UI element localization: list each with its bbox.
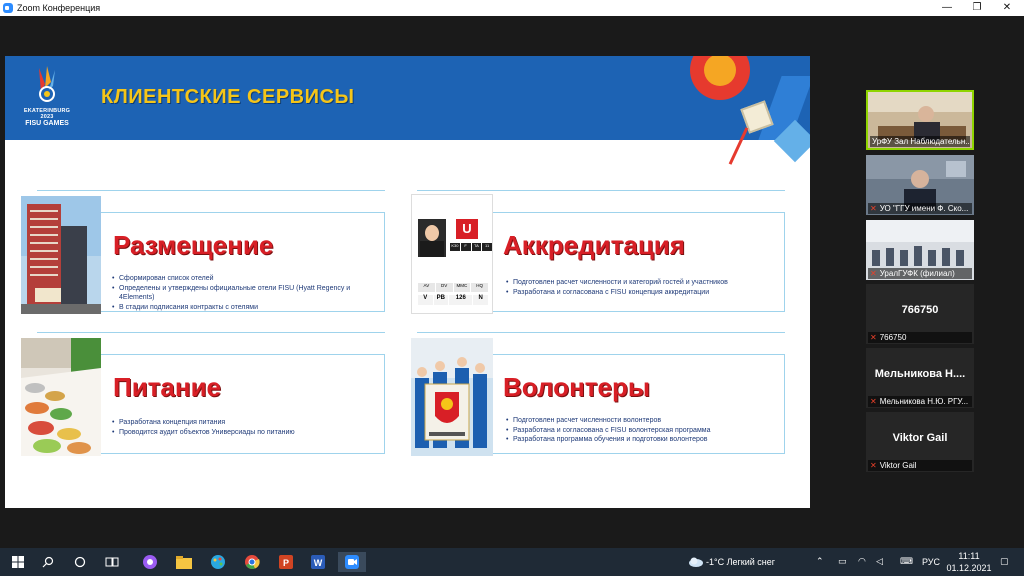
search-icon[interactable] <box>36 552 60 572</box>
fisu-flame-icon <box>39 66 55 102</box>
bullet-list-volunteers: Подготовлен расчет численности волонтеро… <box>505 416 781 445</box>
bullet-item: Проводится аудит объектов Универсиады по… <box>111 428 381 438</box>
card-accent-line <box>417 332 785 333</box>
participant-tile-2[interactable]: ✕ УО "ГГУ имени Ф. Ско... <box>866 155 974 215</box>
maximize-button[interactable]: ❐ <box>962 0 992 16</box>
bullet-item: Разработана и согласована с FISU волонте… <box>505 426 781 436</box>
participant-name: ✕ Viktor Gail <box>868 460 972 471</box>
windows-start-icon[interactable] <box>6 552 30 572</box>
svg-text:P: P <box>283 558 289 568</box>
universiade-logo: EKATERINBURG 2023 FISU GAMES <box>17 62 77 134</box>
bullet-list-accreditation: Подготовлен расчет численности и категор… <box>505 278 781 297</box>
logo-text-city: EKATERINBURG 2023 <box>23 108 71 120</box>
tray-overflow-icon[interactable]: ⌃ <box>816 556 824 567</box>
powerpoint-icon[interactable]: P <box>274 552 298 572</box>
card-heading-volunteers: Волонтеры <box>503 372 651 402</box>
participant-tile-5[interactable]: Мельникова Н.... ✕ Мельникова Н.Ю. РГУ... <box>866 348 974 408</box>
decor-line <box>728 127 749 165</box>
participant-name: ✕ Мельникова Н.Ю. РГУ... <box>868 396 972 407</box>
mic-muted-icon: ✕ <box>870 204 877 213</box>
card-accent-line <box>417 190 785 191</box>
keyboard-icon[interactable]: ⌨ <box>900 556 913 567</box>
bullet-item: Подготовлен расчет численности волонтеро… <box>505 416 781 426</box>
bullet-item: Определены и утверждены официальные отел… <box>111 284 381 303</box>
card-heading-accommodation: Размещение <box>113 230 274 260</box>
bullet-item: В стадии подписания контракты с отелями <box>111 303 381 313</box>
zoom-app-icon <box>3 3 13 13</box>
slide-header: EKATERINBURG 2023 FISU GAMES КЛИЕНТСКИЕ … <box>5 56 810 165</box>
bullet-item: Разработана программа обучения и подгото… <box>505 435 781 445</box>
participant-display-name: Мельникова Н.... <box>874 368 966 380</box>
input-language[interactable]: РУС <box>922 557 940 567</box>
chrome-icon[interactable] <box>240 552 264 572</box>
badge-header <box>416 199 490 209</box>
messenger-app-icon[interactable] <box>138 552 162 572</box>
bullet-list-accommodation: Сформирован список отелей Определены и у… <box>111 274 381 312</box>
mic-muted-icon: ✕ <box>870 397 877 406</box>
taskbar: P W -1°C Легкий снег ⌃ ▭ ◠ ◁ ⌨ РУС 11:11… <box>0 548 1024 576</box>
mic-muted-icon: ✕ <box>870 461 877 470</box>
title-bar: Zoom Конференция — ❐ ✕ <box>0 0 1024 16</box>
participant-tile-6[interactable]: Viktor Gail ✕ Viktor Gail <box>866 412 974 472</box>
meeting-stage: EKATERINBURG 2023 FISU GAMES КЛИЕНТСКИЕ … <box>0 16 1024 548</box>
logo-text-games: FISU GAMES <box>25 120 69 127</box>
mic-muted-icon: ✕ <box>870 333 877 342</box>
speaker-icon[interactable]: ◁ <box>876 556 883 567</box>
badge-letter: U <box>456 219 478 239</box>
badge-row-2: AV DV MMC HQ <box>418 283 488 292</box>
participant-name: ✕ УО "ГГУ имени Ф. Ско... <box>868 203 972 214</box>
zoom-window: Zoom Конференция — ❐ ✕ EKATERINBURG 2023… <box>0 0 1024 576</box>
svg-text:W: W <box>314 558 323 568</box>
card-accent-line <box>37 190 385 191</box>
cortana-icon[interactable] <box>68 552 92 572</box>
notification-icon[interactable]: ▢ <box>1000 556 1009 567</box>
bullet-list-catering: Разработана концепция питания Проводится… <box>111 418 381 437</box>
slide-title: КЛИЕНТСКИЕ СЕРВИСЫ <box>101 86 355 108</box>
participant-tile-4[interactable]: 766750 ✕ 766750 <box>866 284 974 344</box>
badge-row-1: K30 F TA 11 <box>450 243 492 251</box>
card-heading-accreditation: Аккредитация <box>503 230 685 260</box>
file-explorer-icon[interactable] <box>172 552 196 572</box>
participant-name: УрФУ Зал Наблюдательн... <box>870 136 970 147</box>
decor-circle <box>690 56 750 100</box>
window-title: Zoom Конференция <box>17 3 101 13</box>
bullet-item: Сформирован список отелей <box>111 274 381 284</box>
network-icon[interactable]: ▭ <box>838 556 847 567</box>
bullet-item: Разработана концепция питания <box>111 418 381 428</box>
shared-slide: EKATERINBURG 2023 FISU GAMES КЛИЕНТСКИЕ … <box>5 56 810 508</box>
hotel-photo <box>21 196 101 314</box>
participant-name: ✕ УралГУФК (филиал) <box>868 268 972 279</box>
zoom-taskbar-icon[interactable] <box>338 552 366 572</box>
participant-name: ✕ 766750 <box>868 332 972 343</box>
bullet-item: Подготовлен расчет численности и категор… <box>505 278 781 288</box>
badge-row-3: V PB 126 N <box>418 295 488 305</box>
mic-muted-icon: ✕ <box>870 269 877 278</box>
clock-date[interactable]: 01.12.2021 <box>944 563 994 573</box>
participant-tile-3[interactable]: ✕ УралГУФК (филиал) <box>866 220 974 280</box>
card-heading-catering: Питание <box>113 372 222 402</box>
weather-cloud-icon[interactable] <box>684 552 708 572</box>
bullet-item: Разработана и согласована с FISU концепц… <box>505 288 781 298</box>
participant-display-name: 766750 <box>901 304 939 316</box>
badge-photo <box>418 219 446 257</box>
close-button[interactable]: ✕ <box>992 0 1022 16</box>
weather-text[interactable]: -1°C Легкий снег <box>706 557 775 567</box>
participant-display-name: Viktor Gail <box>892 432 948 444</box>
card-accent-line <box>37 332 385 333</box>
task-view-icon[interactable] <box>100 552 124 572</box>
paint-app-icon[interactable] <box>206 552 230 572</box>
volunteers-photo <box>411 338 493 456</box>
clock-time[interactable]: 11:11 <box>952 551 986 561</box>
participant-tile-1[interactable]: УрФУ Зал Наблюдательн... <box>866 90 974 150</box>
wifi-icon[interactable]: ◠ <box>858 556 866 567</box>
word-icon[interactable]: W <box>306 552 330 572</box>
catering-photo <box>21 338 101 456</box>
accreditation-badge-image: U K30 F TA 11 AV DV MMC HQ V PB 126 N <box>411 194 493 314</box>
minimize-button[interactable]: — <box>932 0 962 16</box>
